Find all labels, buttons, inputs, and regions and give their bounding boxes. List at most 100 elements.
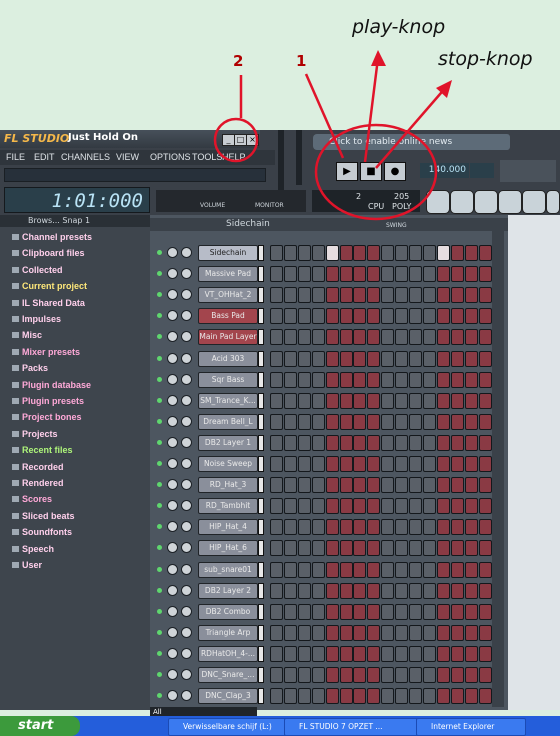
step-button[interactable]	[353, 667, 367, 683]
channel-volume-knob[interactable]	[181, 647, 192, 659]
step-button[interactable]	[409, 392, 422, 409]
channel-select-indicator[interactable]	[258, 308, 264, 325]
step-button[interactable]	[270, 561, 283, 578]
step-button[interactable]	[353, 645, 367, 662]
channel-button[interactable]: DNC_Snare_...	[198, 667, 258, 683]
step-button[interactable]	[381, 456, 395, 472]
channel-mute-led[interactable]	[157, 397, 162, 403]
step-button[interactable]	[450, 645, 464, 662]
step-button[interactable]	[450, 540, 464, 557]
step-button[interactable]	[339, 434, 353, 451]
step-button[interactable]	[283, 540, 297, 557]
channel-volume-knob[interactable]	[181, 584, 192, 596]
step-button[interactable]	[409, 434, 422, 451]
step-button[interactable]	[353, 308, 367, 325]
step-button[interactable]	[422, 350, 436, 367]
channel-button[interactable]: Triangle Arp	[198, 624, 258, 641]
browser-item[interactable]: Scores	[22, 491, 52, 507]
step-button[interactable]	[464, 477, 478, 494]
step-button[interactable]	[436, 287, 450, 304]
channel-pan-knob[interactable]	[167, 415, 178, 427]
step-button[interactable]	[339, 540, 353, 557]
step-button[interactable]	[283, 434, 297, 451]
step-button[interactable]	[353, 392, 367, 409]
step-button[interactable]	[478, 434, 492, 451]
step-button[interactable]	[283, 392, 297, 409]
step-button[interactable]	[422, 245, 436, 261]
step-button[interactable]	[297, 624, 311, 641]
channel-pan-knob[interactable]	[167, 436, 178, 448]
step-button[interactable]	[297, 266, 311, 283]
step-button[interactable]	[270, 456, 283, 472]
step-button[interactable]	[395, 329, 409, 346]
step-button[interactable]	[297, 287, 311, 304]
step-button[interactable]	[367, 392, 381, 409]
step-button[interactable]	[311, 413, 325, 430]
step-button[interactable]	[283, 266, 297, 283]
browser-item[interactable]: Speech	[22, 541, 54, 557]
step-button[interactable]	[270, 477, 283, 494]
step-button[interactable]	[450, 456, 464, 472]
step-button[interactable]	[297, 329, 311, 346]
step-button[interactable]	[311, 667, 325, 683]
step-button[interactable]	[422, 688, 436, 705]
step-button[interactable]	[409, 308, 422, 325]
channel-pan-knob[interactable]	[167, 626, 178, 638]
step-button[interactable]	[395, 245, 409, 261]
step-button[interactable]	[436, 561, 450, 578]
step-button[interactable]	[464, 413, 478, 430]
step-button[interactable]	[311, 266, 325, 283]
step-button[interactable]	[325, 245, 339, 261]
step-button[interactable]	[367, 287, 381, 304]
step-button[interactable]	[381, 392, 395, 409]
step-button[interactable]	[409, 266, 422, 283]
step-button[interactable]	[339, 287, 353, 304]
step-button[interactable]	[436, 624, 450, 641]
step-button[interactable]	[311, 477, 325, 494]
step-button[interactable]	[367, 624, 381, 641]
step-button[interactable]	[464, 688, 478, 705]
step-button[interactable]	[325, 688, 339, 705]
channel-select-indicator[interactable]	[258, 603, 264, 620]
channel-select-indicator[interactable]	[258, 392, 264, 409]
step-button[interactable]	[325, 266, 339, 283]
channel-pan-knob[interactable]	[167, 647, 178, 659]
step-button[interactable]	[409, 688, 422, 705]
step-button[interactable]	[339, 624, 353, 641]
step-button[interactable]	[450, 308, 464, 325]
step-button[interactable]	[381, 582, 395, 599]
step-button[interactable]	[395, 413, 409, 430]
step-button[interactable]	[478, 603, 492, 620]
step-button[interactable]	[311, 540, 325, 557]
channel-select-indicator[interactable]	[258, 477, 264, 494]
step-button[interactable]	[422, 477, 436, 494]
step-button[interactable]	[325, 350, 339, 367]
step-button[interactable]	[409, 456, 422, 472]
step-button[interactable]	[450, 688, 464, 705]
step-button[interactable]	[409, 245, 422, 261]
step-button[interactable]	[464, 329, 478, 346]
step-button[interactable]	[367, 561, 381, 578]
step-button[interactable]	[325, 603, 339, 620]
step-button[interactable]	[311, 561, 325, 578]
channel-pan-knob[interactable]	[167, 373, 178, 385]
browser-item[interactable]: Impulses	[22, 311, 61, 327]
step-button[interactable]	[478, 540, 492, 557]
step-button[interactable]	[353, 688, 367, 705]
step-button[interactable]	[339, 688, 353, 705]
step-button[interactable]	[436, 498, 450, 515]
step-button[interactable]	[436, 371, 450, 388]
step-button[interactable]	[395, 498, 409, 515]
channel-button[interactable]: DB2 Layer 2	[198, 582, 258, 599]
step-button[interactable]	[464, 392, 478, 409]
step-button[interactable]	[283, 582, 297, 599]
step-button[interactable]	[409, 624, 422, 641]
step-button[interactable]	[409, 561, 422, 578]
step-button[interactable]	[325, 582, 339, 599]
step-button[interactable]	[409, 477, 422, 494]
step-button[interactable]	[450, 245, 464, 261]
step-button[interactable]	[381, 308, 395, 325]
step-button[interactable]	[325, 519, 339, 536]
channel-select-indicator[interactable]	[258, 329, 264, 346]
step-button[interactable]	[436, 582, 450, 599]
